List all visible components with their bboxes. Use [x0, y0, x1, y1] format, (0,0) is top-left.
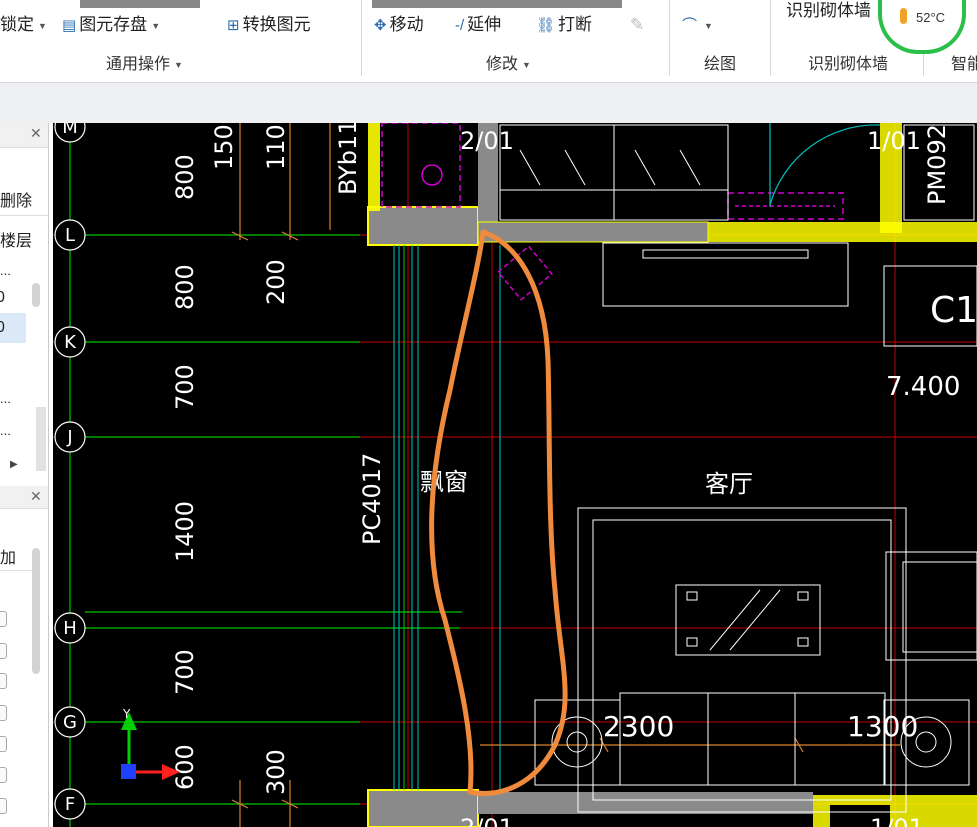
arc-draw-button[interactable]: ⌒ ▼ — [682, 12, 713, 38]
section-label-top-right: 1/01 — [867, 127, 921, 155]
group-divider — [770, 0, 771, 76]
drawing-canvas[interactable]: M L K J H G F 800 800 700 1400 700 600 1… — [53, 123, 977, 827]
bay-window-label: 飘窗 — [420, 468, 468, 496]
edit-icon[interactable]: ✎ — [630, 12, 644, 38]
list-item[interactable]: 0 — [0, 289, 5, 307]
group-label-identify: 识别砌体墙 — [808, 56, 889, 73]
section-label-bottom-left: 2/01 — [460, 814, 514, 827]
dim-text: 1400 — [171, 501, 199, 562]
list-item[interactable]: 0 — [0, 319, 5, 337]
break-button[interactable]: ⛓ 打断 — [536, 12, 592, 38]
dim-text: 1100 — [262, 123, 290, 170]
list-item[interactable]: 加 — [0, 544, 16, 568]
dim-text: 600 — [171, 744, 199, 790]
group-label-modify: 修改 ▼ — [486, 56, 531, 73]
dim-text: 1500 — [210, 123, 238, 170]
living-room-label: 客厅 — [705, 470, 753, 498]
dim-text: 200 — [262, 259, 290, 305]
convert-elements-button[interactable]: ⊞ 转换图元 — [227, 12, 311, 38]
checkbox[interactable] — [0, 611, 7, 627]
extend-icon: -/ — [455, 16, 465, 34]
checkbox[interactable] — [0, 705, 7, 721]
pm-door-label: PM0921 — [923, 123, 951, 205]
window-frame — [393, 245, 501, 790]
list-item[interactable]: 删除 — [0, 187, 32, 211]
chevron-down-icon: ▼ — [38, 20, 47, 31]
toolbar-strip — [0, 83, 977, 123]
axis-label: K — [64, 332, 77, 353]
window-c1-label: C1 — [930, 290, 977, 331]
group-divider — [361, 0, 362, 76]
axis-label: J — [66, 427, 72, 448]
chevron-down-icon: ▼ — [174, 59, 183, 70]
cyan-door-arc — [769, 123, 881, 207]
scrollbar-thumb[interactable] — [32, 548, 40, 674]
byb-label: BYb112 — [334, 123, 362, 195]
left-panel-top: ✕ 删除 楼层 ... 0 0 ... ... ▶ — [0, 123, 49, 486]
section-label-bottom-right: 1/01 — [870, 814, 924, 827]
close-icon[interactable]: ✕ — [30, 125, 42, 142]
list-item[interactable]: ... — [0, 263, 11, 278]
dim-text: 700 — [171, 364, 199, 410]
break-icon: ⛓ — [536, 16, 556, 34]
save-elements-icon: ▤ — [62, 16, 77, 34]
elevation-label: 7.400 — [886, 372, 960, 402]
left-panel-bottom: ✕ 加 — [0, 486, 49, 827]
lock-button[interactable]: 锁定 ▼ — [0, 12, 47, 38]
list-item[interactable]: ... — [0, 423, 11, 438]
divider — [0, 215, 48, 216]
extend-button[interactable]: -/延伸 — [455, 12, 501, 38]
chevron-down-icon: ▼ — [151, 20, 161, 31]
axis-label: G — [63, 712, 77, 733]
dim-1300-label: 1300 — [847, 710, 918, 743]
scrollbar-track[interactable] — [36, 407, 46, 471]
arc-icon: ⌒ — [682, 16, 698, 34]
list-item[interactable]: 楼层 — [0, 227, 32, 251]
identify-wall-button[interactable]: 识别砌体墙 — [786, 0, 871, 24]
scrollbar-thumb[interactable] — [32, 283, 40, 307]
checkbox[interactable] — [0, 673, 7, 689]
dim-text: 800 — [171, 264, 199, 310]
checkbox[interactable] — [0, 767, 7, 783]
axis-label: H — [63, 618, 77, 639]
dim-text: 700 — [171, 649, 199, 695]
group-label-smart: 智能 — [951, 56, 977, 73]
floor-plan-drawing[interactable]: M L K J H G F 800 800 700 1400 700 600 1… — [53, 123, 977, 827]
ucs-axis-icon: Y — [121, 707, 180, 780]
section-label-top-left: 2/01 — [460, 127, 514, 155]
checkbox[interactable] — [0, 643, 7, 659]
svg-text:Y: Y — [122, 707, 131, 721]
group-divider — [669, 0, 670, 76]
checkbox[interactable] — [0, 798, 7, 814]
chevron-down-icon: ▼ — [704, 20, 713, 31]
ribbon-toolbar: 锁定 ▼ ▤ 图元存盘 ▼ ⊞ 转换图元 ✥ 移动 -/延伸 ⛓ 打断 ✎ ⌒ ▼ 识别砌体墙… — [0, 0, 977, 83]
chevron-right-icon[interactable]: ▶ — [10, 459, 18, 470]
row1-partial-icons — [372, 0, 622, 8]
list-item[interactable]: ... — [0, 391, 11, 406]
move-icon: ✥ — [374, 16, 387, 34]
dim-2300-label: 2300 — [603, 710, 674, 743]
close-icon[interactable]: ✕ — [30, 488, 42, 505]
dim-text: 300 — [262, 749, 290, 795]
pc-window-label: PC4017 — [358, 453, 386, 545]
dim-text: 800 — [171, 154, 199, 200]
move-button[interactable]: ✥ 移动 — [374, 12, 424, 38]
freehand-annotation-loop — [429, 229, 568, 796]
axis-label: F — [65, 794, 75, 815]
axis-label: M — [62, 123, 78, 138]
checkbox[interactable] — [0, 736, 7, 752]
weather-widget[interactable]: 52°C — [878, 0, 966, 54]
convert-icon: ⊞ — [227, 16, 240, 34]
axis-label: L — [65, 225, 75, 246]
temperature-text: 52°C — [916, 10, 946, 25]
group-label-general: 通用操作 ▼ — [106, 56, 183, 73]
save-elements-button[interactable]: ▤ 图元存盘 ▼ — [62, 12, 160, 38]
group-label-draw: 绘图 — [704, 56, 737, 73]
thermometer-icon — [900, 8, 907, 24]
chevron-down-icon: ▼ — [522, 59, 531, 70]
row1-partial-icons — [80, 0, 200, 8]
